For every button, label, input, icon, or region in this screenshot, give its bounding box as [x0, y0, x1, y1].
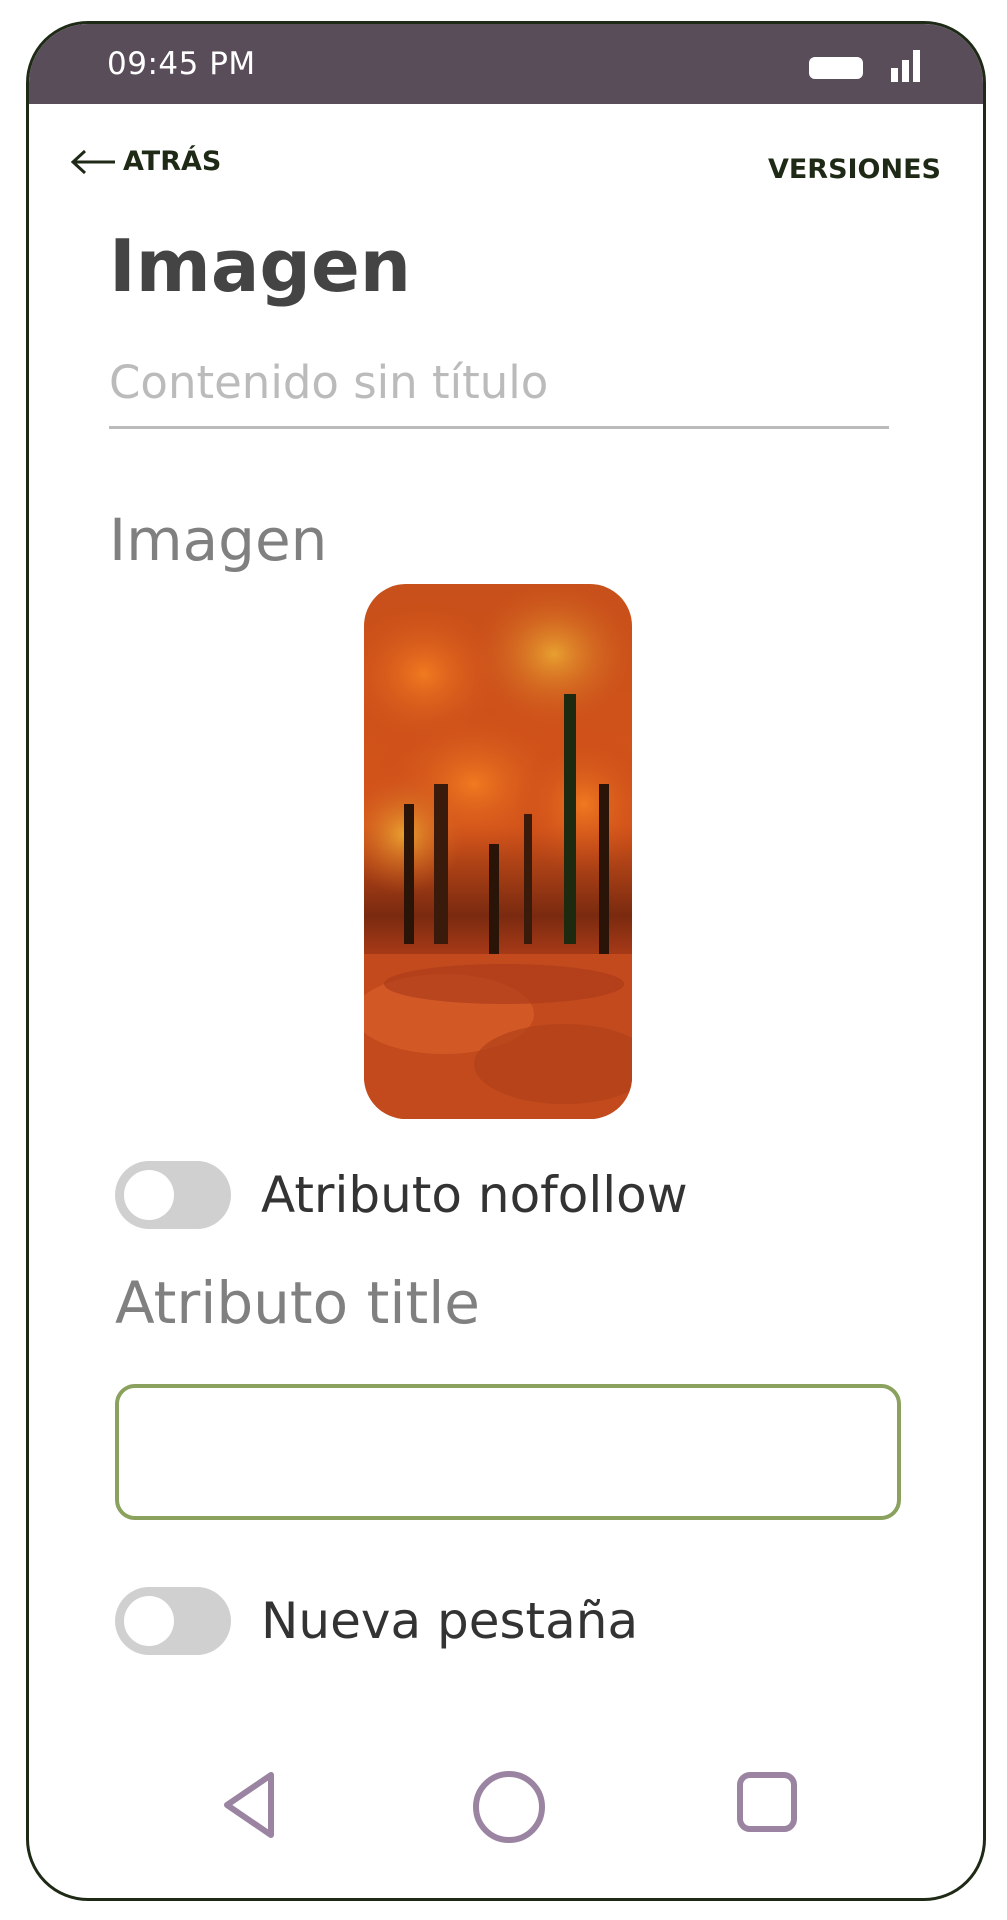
toggle-knob [124, 1596, 174, 1646]
phone-frame: 09:45 PM ATRÁS VERSIONES Imagen Imagen [26, 21, 986, 1901]
triangle-back-icon[interactable] [219, 1769, 279, 1841]
circle-home-icon[interactable] [469, 1769, 549, 1849]
content-title-input[interactable] [109, 349, 889, 429]
nofollow-label: Atributo nofollow [261, 1166, 688, 1224]
square-recents-icon[interactable] [734, 1769, 800, 1835]
signal-icon [891, 50, 921, 82]
back-label: ATRÁS [123, 146, 222, 177]
navigation-bar [29, 1769, 983, 1859]
title-attribute-input[interactable] [115, 1384, 901, 1520]
image-section-label: Imagen [109, 506, 328, 574]
back-button[interactable]: ATRÁS [69, 146, 221, 177]
autumn-forest-image[interactable] [364, 584, 632, 1119]
page-title: Imagen [109, 224, 412, 308]
nofollow-toggle[interactable] [115, 1161, 231, 1229]
versions-button[interactable]: VERSIONES [768, 154, 941, 185]
battery-icon [809, 57, 863, 79]
status-bar: 09:45 PM [29, 24, 983, 104]
new-tab-label: Nueva pestaña [261, 1592, 639, 1650]
title-attribute-label: Atributo title [115, 1269, 480, 1337]
new-tab-toggle[interactable] [115, 1587, 231, 1655]
status-time: 09:45 PM [107, 46, 256, 82]
arrow-left-icon [70, 149, 115, 174]
toggle-knob [124, 1170, 174, 1220]
